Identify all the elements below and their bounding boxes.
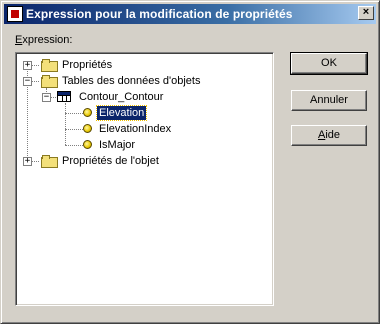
tree-node-proprietes[interactable]: + Propriétés <box>16 57 271 73</box>
close-button[interactable]: × <box>358 6 374 20</box>
field-icon <box>83 124 92 133</box>
tree-node-label: Propriétés de l'objet <box>62 155 159 167</box>
tree-node-field-elevationindex[interactable]: ElevationIndex <box>16 121 271 137</box>
title-bar[interactable]: Expression pour la modification de propr… <box>4 4 376 24</box>
folder-open-icon <box>41 75 58 88</box>
collapse-minus-icon[interactable]: − <box>42 93 51 102</box>
tree-node-label: Tables des données d'objets <box>62 75 201 87</box>
tree-node-proprietes-objet[interactable]: + Propriétés de l'objet <box>16 153 271 169</box>
expression-tree[interactable]: + Propriétés − Tables des données d'obje… <box>15 52 274 306</box>
app-icon <box>7 6 23 22</box>
window-title: Expression pour la modification de propr… <box>26 7 293 21</box>
field-icon <box>83 108 92 117</box>
expression-label-rest: xpression: <box>22 34 73 46</box>
tree-node-tables-donnees[interactable]: − Tables des données d'objets <box>16 73 271 89</box>
help-button[interactable]: Aide <box>291 125 367 146</box>
expand-plus-icon[interactable]: + <box>23 157 32 166</box>
collapse-minus-icon[interactable]: − <box>23 77 32 86</box>
help-button-label-rest: ide <box>325 129 341 141</box>
folder-icon <box>41 155 58 168</box>
folder-icon <box>41 59 58 72</box>
tree-node-label: IsMajor <box>99 139 136 151</box>
expand-plus-icon[interactable]: + <box>23 61 32 70</box>
tree-node-label: ElevationIndex <box>99 123 172 135</box>
expression-label: Expression: <box>15 34 72 46</box>
tree-node-label: Propriétés <box>62 59 113 71</box>
field-icon <box>83 140 92 149</box>
expression-dialog: Expression pour la modification de propr… <box>0 0 380 324</box>
tree-node-field-ismajor[interactable]: IsMajor <box>16 137 271 153</box>
tree-node-label: Contour_Contour <box>79 91 164 103</box>
table-icon <box>57 91 71 102</box>
tree-node-contour-table[interactable]: − Contour_Contour <box>16 89 271 105</box>
tree-node-field-elevation[interactable]: Elevation <box>16 105 271 121</box>
ok-button[interactable]: OK <box>290 52 368 75</box>
cancel-button[interactable]: Annuler <box>291 90 367 111</box>
tree-node-label: Elevation <box>95 105 148 121</box>
